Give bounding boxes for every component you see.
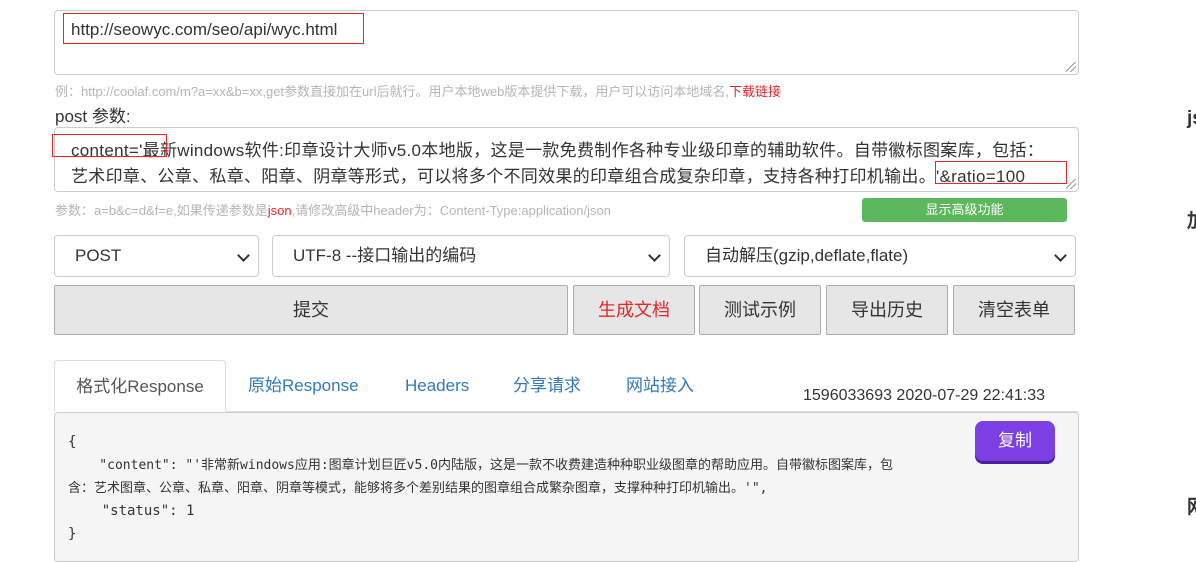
resize-grip-icon[interactable]	[1066, 62, 1076, 72]
response-line: "status": 1	[68, 503, 195, 519]
test-example-button[interactable]: 测试示例	[699, 285, 821, 335]
url-highlight-box	[63, 13, 364, 44]
submit-button[interactable]: 提交	[54, 285, 568, 335]
chevron-down-icon	[1054, 249, 1067, 262]
tab-share-request[interactable]: 分享请求	[493, 360, 601, 412]
edge-text-2: 加	[1187, 206, 1196, 233]
decompress-select[interactable]: 自动解压(gzip,deflate,flate)	[684, 235, 1076, 277]
generate-doc-button[interactable]: 生成文档	[573, 285, 695, 335]
encoding-select[interactable]: UTF-8 --接口输出的编码	[272, 235, 670, 277]
tab-site-integration[interactable]: 网站接入	[606, 360, 714, 412]
show-advanced-button[interactable]: 显示高级功能	[862, 198, 1067, 222]
tab-headers[interactable]: Headers	[385, 360, 489, 412]
method-select-value: POST	[75, 246, 122, 265]
encoding-select-value: UTF-8 --接口输出的编码	[293, 246, 477, 265]
response-line: }	[68, 526, 77, 542]
chevron-down-icon	[648, 249, 661, 262]
response-line: 含：艺术图章、公章、私章、阳章、阴章等模式，能够将多个差别结果的图章组合成繁杂图…	[68, 481, 768, 496]
resize-grip-icon[interactable]	[1066, 179, 1076, 189]
ratio-highlight-box	[935, 161, 1067, 184]
response-line: "content": "'非常新windows应用:图章计划巨匠v5.0内陆版，…	[68, 458, 893, 473]
url-hint: 例：http://coolaf.com/m?a=xx&b=xx,get参数直接加…	[55, 81, 781, 100]
method-select[interactable]: POST	[54, 235, 259, 277]
chevron-down-icon	[237, 249, 250, 262]
decompress-select-value: 自动解压(gzip,deflate,flate)	[705, 246, 909, 265]
post-params-line-1: content='最新windows软件:印章设计大师v5.0本地版，这是一款免…	[71, 141, 1045, 160]
post-hint-json: json	[267, 203, 292, 218]
export-history-button[interactable]: 导出历史	[826, 285, 948, 335]
url-hint-text: 例：http://coolaf.com/m?a=xx&b=xx,get参数直接加…	[55, 84, 729, 99]
response-timestamp: 1596033693 2020-07-29 22:41:33	[803, 387, 1045, 404]
copy-button[interactable]: 复制	[975, 421, 1055, 461]
edge-text-3: 网	[1187, 492, 1196, 519]
tab-formatted-response[interactable]: 格式化Response	[54, 360, 226, 412]
post-params-line-2: 艺术印章、公章、私章、阳章、阴章等形式，可以将多个不同效果的印章组合成复杂印章，…	[71, 167, 1026, 186]
post-hint-before: 参数：a=b&c=d&f=e,如果传递参数是	[55, 203, 268, 218]
content-key-highlight-box	[52, 134, 167, 157]
response-body: { "content": "'非常新windows应用:图章计划巨匠v5.0内陆…	[54, 412, 1079, 562]
clear-form-button[interactable]: 清空表单	[953, 285, 1075, 335]
post-hint: 参数：a=b&c=d&f=e,如果传递参数是json,请修改高级中header为…	[55, 200, 611, 219]
response-line: {	[68, 434, 77, 450]
tab-raw-response[interactable]: 原始Response	[228, 360, 379, 412]
post-params-label: post 参数:	[55, 107, 131, 126]
download-link[interactable]: 下载链接	[729, 84, 781, 99]
post-hint-after: ,请修改高级中header为：Content-Type:application/…	[291, 203, 611, 218]
edge-text-1: js	[1187, 108, 1196, 129]
